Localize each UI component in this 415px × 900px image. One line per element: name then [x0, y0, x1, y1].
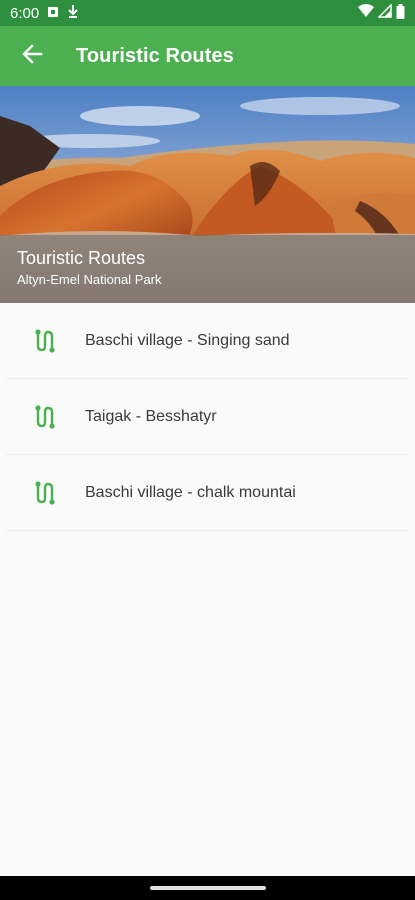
route-item-taigak-besshatyr[interactable]: Taigak - Besshatyr [6, 379, 409, 455]
hero-subtitle: Altyn-Emel National Park [17, 272, 162, 287]
route-label: Baschi village - chalk mountai [85, 483, 296, 501]
route-icon [32, 480, 58, 506]
route-item-baschi-chalk-mountain[interactable]: Baschi village - chalk mountai [6, 455, 409, 531]
hero-caption: Touristic Routes Altyn-Emel National Par… [0, 235, 415, 303]
hero-banner: Touristic Routes Altyn-Emel National Par… [0, 86, 415, 303]
status-bar: 6:00 [0, 0, 415, 26]
route-label: Taigak - Besshatyr [85, 407, 217, 425]
sim-card-icon [47, 5, 59, 22]
arrow-back-icon [21, 43, 43, 70]
battery-icon [396, 3, 405, 23]
route-icon [32, 328, 58, 354]
hero-title: Touristic Routes [17, 248, 146, 268]
route-label: Baschi village - Singing sand [85, 331, 290, 349]
wifi-icon [358, 4, 374, 22]
route-icon [32, 404, 58, 430]
route-item-baschi-singing-sand[interactable]: Baschi village - Singing sand [6, 303, 409, 379]
home-gesture-bar[interactable] [149, 886, 266, 890]
signal-icon [377, 3, 392, 22]
status-time: 6:00 [10, 4, 40, 22]
page-title: Touristic Routes [76, 44, 234, 67]
download-icon [67, 4, 79, 22]
back-button[interactable] [4, 26, 60, 86]
app-bar: Touristic Routes [0, 26, 415, 86]
route-list: Baschi village - Singing sand Taigak - B… [0, 303, 415, 531]
system-nav-bar [0, 876, 415, 900]
